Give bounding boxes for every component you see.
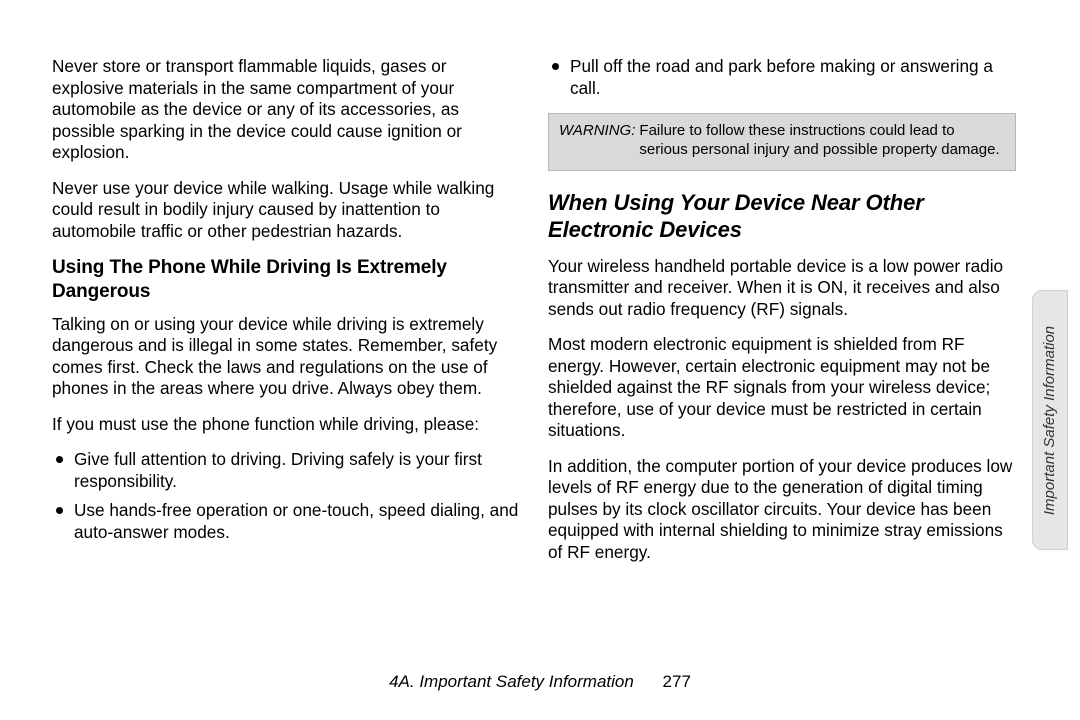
left-paragraph-1: Never store or transport flammable liqui… [52,56,520,164]
list-item: Use hands-free operation or one-touch, s… [52,500,520,543]
section-heading-electronic-devices: When Using Your Device Near Other Electr… [548,189,1016,244]
warning-label: WARNING: [559,122,635,160]
left-paragraph-4: If you must use the phone function while… [52,414,520,436]
left-column: Never store or transport flammable liqui… [52,56,520,656]
list-item: Give full attention to driving. Driving … [52,449,520,492]
right-bullet-list: Pull off the road and park before making… [548,56,1016,99]
section-tab-label: Important Safety Information [1042,325,1059,514]
right-paragraph-1: Your wireless handheld portable device i… [548,256,1016,321]
page-footer: 4A. Important Safety Information 277 [0,672,1080,692]
left-bullet-list: Give full attention to driving. Driving … [52,449,520,543]
warning-box: WARNING: Failure to follow these instruc… [548,113,1016,171]
section-tab: Important Safety Information [1032,290,1068,550]
left-paragraph-3: Talking on or using your device while dr… [52,314,520,400]
two-column-layout: Never store or transport flammable liqui… [52,56,1020,656]
footer-section-title: 4A. Important Safety Information [389,672,634,691]
subheading-driving: Using The Phone While Driving Is Extreme… [52,256,520,304]
right-column: Pull off the road and park before making… [548,56,1016,656]
right-paragraph-2: Most modern electronic equipment is shie… [548,334,1016,442]
list-item: Pull off the road and park before making… [548,56,1016,99]
manual-page: Never store or transport flammable liqui… [0,0,1080,720]
warning-text: Failure to follow these instructions cou… [639,122,1005,160]
right-paragraph-3: In addition, the computer portion of you… [548,456,1016,564]
left-paragraph-2: Never use your device while walking. Usa… [52,178,520,243]
page-number: 277 [663,672,691,691]
